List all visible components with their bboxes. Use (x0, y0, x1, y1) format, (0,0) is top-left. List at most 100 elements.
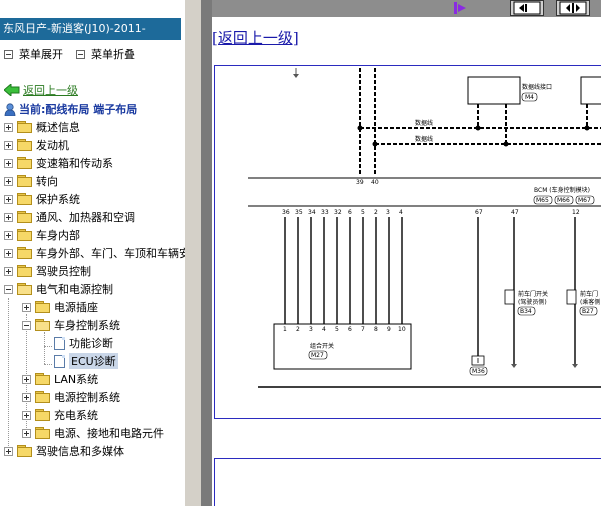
expand-icon[interactable] (4, 230, 13, 240)
data-line-label: 数据线 (415, 135, 433, 143)
svg-text:3: 3 (386, 209, 390, 216)
user-icon (4, 102, 16, 116)
collapse-icon[interactable] (22, 320, 31, 330)
tree-item-label: 车身外部、车门、车顶和车辆安 (36, 247, 185, 260)
expand-icon[interactable] (4, 158, 13, 168)
tree-item-function-diag[interactable]: 功能诊断 (54, 334, 113, 352)
tree-item-power-outlet[interactable]: 电源插座 (22, 298, 98, 316)
folder-icon (17, 120, 33, 134)
back-link[interactable]: [返回上一级] (212, 27, 299, 48)
svg-text:4: 4 (322, 326, 326, 333)
data-link-box (467, 76, 521, 105)
tree-item-label: LAN系统 (54, 373, 99, 386)
tree-item-driving-info[interactable]: 驾驶信息和多媒体 (4, 442, 124, 460)
folder-icon (35, 300, 51, 314)
tree-item-exterior[interactable]: 车身外部、车门、车顶和车辆安 (4, 244, 185, 262)
svg-text:6: 6 (348, 209, 352, 216)
svg-text:9: 9 (387, 326, 391, 333)
expand-icon[interactable] (22, 374, 31, 384)
tree-item-charging[interactable]: 充电系统 (22, 406, 98, 424)
pin-label: 39 (356, 179, 364, 186)
folder-icon (35, 426, 51, 440)
svg-text:36: 36 (282, 209, 290, 216)
menu-expand-label: 菜单展开 (19, 48, 63, 61)
fit-page-button[interactable] (556, 0, 590, 16)
tree-item-label: 电源控制系统 (54, 391, 120, 404)
tree-item-label: 概述信息 (36, 121, 80, 134)
door-switch-label: 前车门 (580, 290, 598, 298)
panel-splitter[interactable] (185, 0, 201, 506)
expand-icon[interactable] (4, 122, 13, 132)
svg-text:12: 12 (572, 209, 580, 216)
tree-item-ecu-diag[interactable]: ECU诊断 (54, 352, 118, 370)
expand-icon[interactable] (4, 212, 13, 222)
current-location: 当前:配线布局 端子布局 (4, 101, 137, 117)
ground-code: M36 (472, 368, 485, 375)
wiring-diagram-frame-2 (214, 458, 601, 506)
svg-text:7: 7 (361, 326, 365, 333)
expand-icon (4, 49, 13, 59)
svg-text:2: 2 (296, 326, 300, 333)
folder-open-icon (35, 318, 51, 332)
tree-item-label: 驾驶员控制 (36, 265, 91, 278)
door-switch-sub: (驾驶员侧) (518, 298, 547, 306)
expand-icon[interactable] (4, 176, 13, 186)
tree-item-hvac[interactable]: 通风、加热器和空调 (4, 208, 135, 226)
folder-icon (35, 372, 51, 386)
tree-item-transmission[interactable]: 变速箱和传动系 (4, 154, 113, 172)
tree-item-label: 转向 (36, 175, 58, 188)
pin-row: 36 35 34 33 32 6 5 2 3 4 67 47 12 (282, 209, 580, 216)
expand-icon[interactable] (4, 140, 13, 150)
tree-item-overview[interactable]: 概述信息 (4, 118, 80, 136)
svg-text:3: 3 (309, 326, 313, 333)
fit-width-button[interactable] (510, 0, 544, 16)
tree-item-electrical[interactable]: 电气和电源控制 (4, 280, 113, 298)
tree-item-steering[interactable]: 转向 (4, 172, 58, 190)
tree-item-label: 保护系统 (36, 193, 80, 206)
tree-item-label: 电源、接地和电路元件 (54, 427, 164, 440)
expand-icon[interactable] (22, 302, 31, 312)
folder-open-icon (17, 282, 33, 296)
folder-icon (17, 246, 33, 260)
bcm-code: M67 (578, 197, 591, 204)
combo-switch-label: 组合开关 (310, 342, 334, 350)
tree-item-engine[interactable]: 发动机 (4, 136, 69, 154)
folder-icon (17, 228, 33, 242)
tree-item-interior[interactable]: 车身内部 (4, 226, 80, 244)
expand-icon[interactable] (22, 410, 31, 420)
door-switch-code: B27 (582, 308, 594, 315)
svg-text:5: 5 (361, 209, 365, 216)
combo-switch-code: M27 (311, 352, 324, 359)
tree-item-label-selected: ECU诊断 (69, 353, 118, 369)
tree-item-lan[interactable]: LAN系统 (22, 370, 98, 388)
menu-expand-button[interactable]: 菜单展开 (4, 46, 63, 62)
door-switch-icon (566, 289, 577, 305)
expand-icon[interactable] (4, 248, 13, 258)
expand-icon[interactable] (4, 266, 13, 276)
collapse-icon[interactable] (4, 284, 13, 294)
data-link-code: M4 (525, 94, 534, 101)
purple-arrow-icon[interactable] (452, 0, 472, 16)
svg-text:5: 5 (335, 326, 339, 333)
expand-icon[interactable] (4, 194, 13, 204)
tree-item-protection[interactable]: 保护系统 (4, 190, 80, 208)
tree-item-driver-controls[interactable]: 驾驶员控制 (4, 262, 91, 280)
tree-item-body-control[interactable]: 车身控制系统 (22, 316, 120, 334)
menu-collapse-button[interactable]: 菜单折叠 (76, 46, 135, 62)
tree-item-label: 发动机 (36, 139, 69, 152)
sidebar-back-link[interactable]: 返回上一级 (4, 82, 78, 98)
menu-bar: 菜单展开 菜单折叠 (2, 46, 182, 62)
expand-icon[interactable] (4, 446, 13, 456)
data-link-label: 数据线接口 (522, 83, 552, 91)
svg-text:2: 2 (374, 209, 378, 216)
tree-item-power-control[interactable]: 电源控制系统 (22, 388, 120, 406)
expand-icon[interactable] (22, 392, 31, 402)
folder-icon (17, 156, 33, 170)
tree-item-label: 电气和电源控制 (36, 283, 113, 296)
tree-item-power-ground[interactable]: 电源、接地和电路元件 (22, 424, 164, 442)
expand-icon[interactable] (22, 428, 31, 438)
svg-text:32: 32 (334, 209, 342, 216)
sidebar-back-label: 返回上一级 (23, 84, 78, 97)
tree-guide (44, 364, 52, 365)
folder-icon (17, 138, 33, 152)
